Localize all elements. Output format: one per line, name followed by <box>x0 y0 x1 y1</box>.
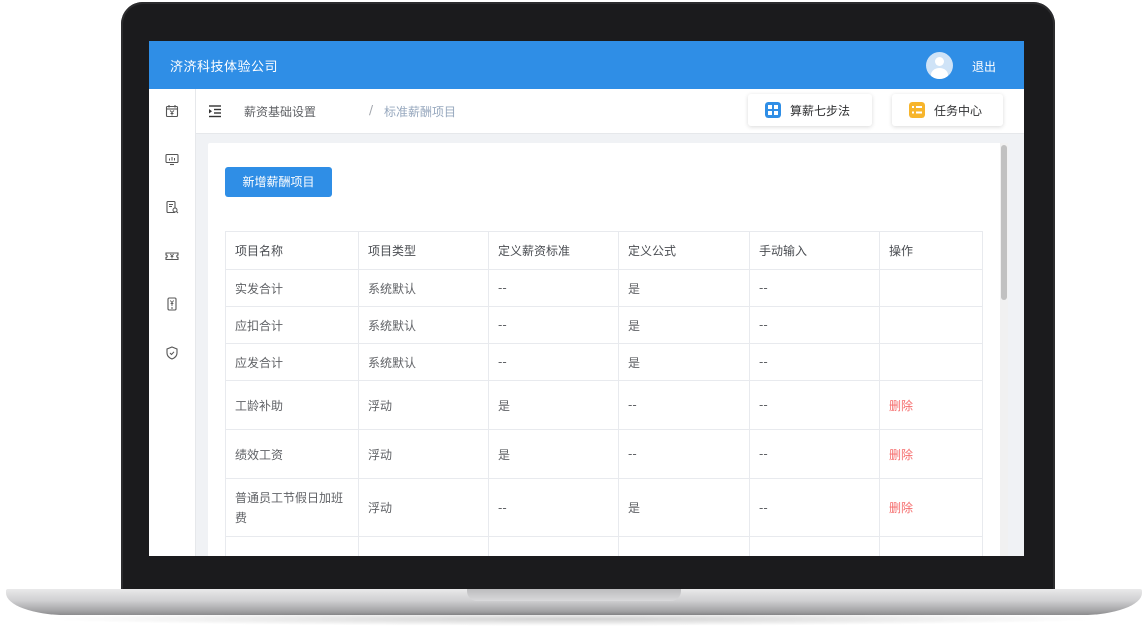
cell-item-type: 系统默认 <box>358 269 489 307</box>
column-header: 定义薪资标准 <box>488 231 619 270</box>
cell-manual-input: -- <box>749 380 880 430</box>
cell-salary-standard: -- <box>488 306 619 344</box>
cell-salary-standard: -- <box>488 269 619 307</box>
breadcrumb-parent[interactable]: 薪资基础设置 <box>244 103 316 120</box>
cell-item-type: 系统默认 <box>358 306 489 344</box>
monitor-chart-icon[interactable] <box>165 152 179 166</box>
sidebar <box>149 89 196 556</box>
task-list-icon <box>909 102 925 118</box>
content-card: 新增薪酬项目 项目名称 项目类型 定义薪资标准 定义公式 手动输入 操作 实发合… <box>208 143 1004 556</box>
top-bar: 济济科技体验公司 退出 <box>149 41 1024 89</box>
column-header: 定义公式 <box>618 231 750 270</box>
avatar-body <box>931 68 948 79</box>
cell-salary-standard: 是 <box>488 429 619 479</box>
task-center-button[interactable]: 任务中心 <box>892 94 1003 126</box>
logout-button[interactable]: 退出 <box>972 58 996 75</box>
cell-formula: -- <box>618 380 750 430</box>
nav-bar: 薪资基础设置 / 标准薪酬项目 算薪七步法 任务中心 <box>196 89 1024 134</box>
cell-empty <box>879 536 983 556</box>
column-header: 项目类型 <box>358 231 489 270</box>
table-row: 绩效工资 浮动 是 -- -- 删除 <box>225 429 983 479</box>
column-header: 项目名称 <box>225 231 359 270</box>
scrollbar-thumb[interactable] <box>1001 145 1007 300</box>
calc-button-label: 算薪七步法 <box>790 104 851 118</box>
laptop-shadow <box>40 612 1108 626</box>
avatar-head <box>935 57 944 66</box>
cell-item-name: 实发合计 <box>225 269 359 307</box>
calendar-yen-icon[interactable] <box>165 104 179 118</box>
cell-item-type: 浮动 <box>358 429 489 479</box>
cell-empty <box>618 536 750 556</box>
cell-manual-input: -- <box>749 343 880 381</box>
table-row: 实发合计 系统默认 -- 是 -- <box>225 269 983 307</box>
cell-formula: -- <box>618 429 750 479</box>
cell-manual-input: -- <box>749 269 880 307</box>
phone-yen-icon[interactable] <box>165 297 179 311</box>
app-screen: 济济科技体验公司 退出 薪资基础设置 / 标准薪酬项目 算薪七步法 任务中心 新… <box>149 41 1024 556</box>
cell-empty <box>358 536 489 556</box>
cell-salary-standard: -- <box>488 478 619 537</box>
cell-salary-standard: -- <box>488 343 619 381</box>
cell-manual-input: -- <box>749 478 880 537</box>
user-avatar-icon[interactable] <box>926 52 953 79</box>
cell-manual-input: -- <box>749 306 880 344</box>
calc-seven-steps-button[interactable]: 算薪七步法 <box>748 94 872 126</box>
add-salary-item-button[interactable]: 新增薪酬项目 <box>225 167 332 197</box>
column-header: 操作 <box>879 231 983 270</box>
cell-action <box>879 306 983 344</box>
cell-item-type: 浮动 <box>358 478 489 537</box>
cell-item-name: 应扣合计 <box>225 306 359 344</box>
cell-salary-standard: 是 <box>488 380 619 430</box>
table-row: 工龄补助 浮动 是 -- -- 删除 <box>225 380 983 430</box>
delete-link[interactable]: 删除 <box>879 429 983 479</box>
salary-items-table: 项目名称 项目类型 定义薪资标准 定义公式 手动输入 操作 实发合计 系统默认 … <box>225 231 983 556</box>
cell-formula: 是 <box>618 269 750 307</box>
company-name: 济济科技体验公司 <box>170 60 279 75</box>
cell-action <box>879 343 983 381</box>
cell-manual-input: -- <box>749 429 880 479</box>
task-button-label: 任务中心 <box>934 104 983 118</box>
cell-item-name: 普通员工节假日加班费 <box>225 478 359 537</box>
column-header: 手动输入 <box>749 231 880 270</box>
menu-fold-icon[interactable] <box>208 104 222 118</box>
delete-link[interactable]: 删除 <box>879 478 983 537</box>
laptop-notch <box>467 589 681 601</box>
table-header-row: 项目名称 项目类型 定义薪资标准 定义公式 手动输入 操作 <box>225 231 983 270</box>
cell-empty <box>749 536 880 556</box>
cell-empty <box>225 536 359 556</box>
cell-empty <box>488 536 619 556</box>
shield-icon[interactable] <box>165 346 179 360</box>
cell-formula: 是 <box>618 343 750 381</box>
cell-item-name: 绩效工资 <box>225 429 359 479</box>
breadcrumb-separator: / <box>369 103 374 117</box>
table-row: 应扣合计 系统默认 -- 是 -- <box>225 306 983 344</box>
cell-formula: 是 <box>618 306 750 344</box>
table-row <box>225 536 983 556</box>
cell-item-name: 应发合计 <box>225 343 359 381</box>
cell-action <box>879 269 983 307</box>
cell-item-type: 系统默认 <box>358 343 489 381</box>
table-row: 应发合计 系统默认 -- 是 -- <box>225 343 983 381</box>
table-row: 普通员工节假日加班费 浮动 -- 是 -- 删除 <box>225 478 983 537</box>
cell-formula: 是 <box>618 478 750 537</box>
ticket-yen-icon[interactable] <box>165 249 179 263</box>
calculator-grid-icon <box>765 102 781 118</box>
delete-link[interactable]: 删除 <box>879 380 983 430</box>
breadcrumb-current: 标准薪酬项目 <box>384 105 457 119</box>
document-search-icon[interactable] <box>165 200 179 214</box>
cell-item-type: 浮动 <box>358 380 489 430</box>
cell-item-name: 工龄补助 <box>225 380 359 430</box>
